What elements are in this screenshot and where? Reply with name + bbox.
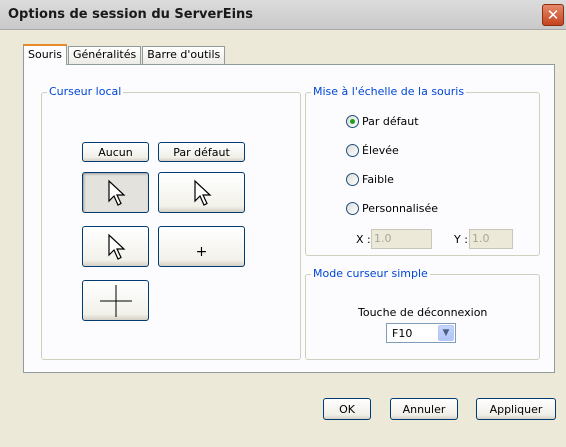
large-crosshair-icon (99, 284, 132, 317)
disconnect-key-label: Touche de déconnexion (358, 306, 488, 319)
disconnect-key-value: F10 (392, 327, 413, 340)
radio-label: Personnalisée (362, 202, 439, 215)
window-title: Options de session du ServerEins (8, 7, 254, 22)
none-button[interactable]: Aucun (82, 142, 149, 162)
cursor-choice-large-crosshair[interactable] (82, 280, 149, 321)
radio-scaling-high[interactable]: Élevée (346, 144, 399, 157)
radio-scaling-default[interactable]: Par défaut (346, 115, 419, 128)
mouse-scaling-group-label: Mise à l'échelle de la souris (311, 85, 467, 98)
souris-tab-panel: Curseur local Aucun Par défaut + Mise à … (23, 64, 555, 373)
title-bar: Options de session du ServerEins ✕ (0, 0, 566, 30)
radio-button-icon (346, 173, 359, 186)
radio-button-checked-icon (346, 115, 359, 128)
cursor-choice-small-crosshair[interactable]: + (158, 226, 245, 267)
default-cursor-button[interactable]: Par défaut (158, 142, 245, 162)
simple-cursor-group-label: Mode curseur simple (311, 267, 430, 280)
radio-button-icon (346, 144, 359, 157)
cancel-button[interactable]: Annuler (390, 398, 458, 420)
radio-label: Élevée (362, 144, 399, 157)
cursor-choice-arrow-2[interactable] (158, 172, 245, 213)
radio-scaling-custom[interactable]: Personnalisée (346, 202, 438, 215)
local-cursor-group: Curseur local Aucun Par défaut + (41, 85, 301, 360)
mouse-scaling-group: Mise à l'échelle de la souris Par défaut… (305, 85, 540, 256)
cursor-choice-arrow-3[interactable] (82, 226, 149, 267)
radio-button-icon (346, 202, 359, 215)
simple-cursor-group: Mode curseur simple Touche de déconnexio… (305, 267, 540, 360)
arrow-cursor-icon (107, 179, 126, 206)
y-scale-input[interactable]: 1.0 (469, 229, 513, 249)
radio-scaling-low[interactable]: Faible (346, 173, 394, 186)
ok-button[interactable]: OK (323, 398, 371, 420)
radio-label: Faible (362, 173, 394, 186)
tab-barre-outils[interactable]: Barre d'outils (142, 46, 226, 64)
x-scale-input[interactable]: 1.0 (371, 229, 432, 249)
tab-souris[interactable]: Souris (23, 44, 67, 65)
small-crosshair-icon: + (195, 243, 208, 260)
close-button[interactable]: ✕ (542, 4, 564, 26)
local-cursor-group-label: Curseur local (47, 85, 124, 98)
cursor-choice-arrow-1[interactable] (82, 172, 149, 213)
tab-strip: Souris Généralités Barre d'outils (23, 44, 226, 65)
apply-button[interactable]: Appliquer (476, 398, 556, 420)
session-options-dialog: Options de session du ServerEins ✕ Souri… (0, 0, 566, 447)
y-scale-label: Y : (454, 233, 468, 246)
close-icon: ✕ (546, 6, 560, 24)
disconnect-key-select[interactable]: F10 ▼ (386, 323, 456, 343)
arrow-cursor-icon (193, 179, 212, 206)
x-scale-label: X : (356, 233, 371, 246)
tab-generalites[interactable]: Généralités (68, 46, 142, 64)
radio-label: Par défaut (362, 115, 419, 128)
arrow-cursor-icon (107, 233, 126, 260)
chevron-down-icon: ▼ (438, 325, 454, 341)
